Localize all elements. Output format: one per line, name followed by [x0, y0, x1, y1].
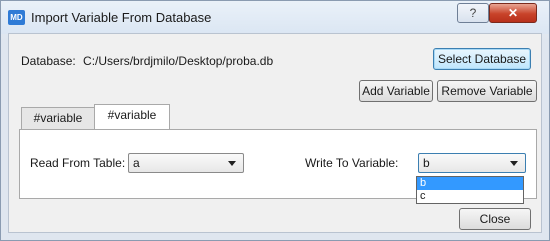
- help-icon: ?: [469, 6, 477, 20]
- app-icon: MD: [8, 10, 25, 25]
- close-button[interactable]: Close: [459, 208, 531, 230]
- help-button[interactable]: ?: [457, 3, 489, 23]
- dropdown-option-b[interactable]: b: [417, 177, 523, 190]
- tab-variable-1[interactable]: #variable: [21, 107, 95, 129]
- select-database-button[interactable]: Select Database: [433, 48, 531, 70]
- tab-variable-2[interactable]: #variable: [94, 104, 170, 129]
- read-from-table-label: Read From Table:: [30, 156, 126, 170]
- add-variable-button[interactable]: Add Variable: [359, 80, 433, 102]
- window-title: Import Variable From Database: [31, 10, 212, 25]
- database-label: Database:: [21, 54, 76, 68]
- dropdown-option-c[interactable]: c: [417, 190, 523, 203]
- database-info: Database: C:/Users/brdjmilo/Desktop/prob…: [21, 54, 273, 68]
- database-path: C:/Users/brdjmilo/Desktop/proba.db: [83, 54, 274, 68]
- read-from-table-value: a: [133, 156, 140, 170]
- write-to-variable-label: Write To Variable:: [305, 156, 399, 170]
- close-icon: ✕: [507, 6, 519, 20]
- read-from-table-select[interactable]: a: [128, 153, 244, 173]
- title-bar[interactable]: MD Import Variable From Database ? ✕: [1, 1, 549, 34]
- write-to-variable-select[interactable]: b: [418, 153, 526, 173]
- chevron-down-icon: [510, 161, 518, 166]
- chevron-down-icon: [228, 161, 236, 166]
- remove-variable-button[interactable]: Remove Variable: [437, 80, 537, 102]
- close-window-button[interactable]: ✕: [489, 3, 537, 23]
- write-to-variable-value: b: [423, 156, 430, 170]
- write-to-variable-dropdown: b c: [416, 176, 524, 204]
